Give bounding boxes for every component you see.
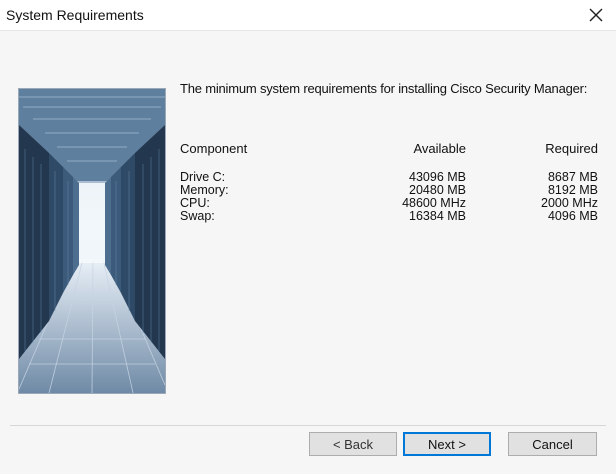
table-row: Drive C: 43096 MB 8687 MB bbox=[180, 171, 598, 184]
header-component: Component bbox=[180, 141, 248, 156]
cancel-button[interactable]: Cancel bbox=[508, 432, 597, 456]
intro-text: The minimum system requirements for inst… bbox=[180, 81, 588, 96]
table-row: Swap: 16384 MB 4096 MB bbox=[180, 210, 598, 223]
close-button[interactable] bbox=[582, 2, 610, 28]
title-bar: System Requirements bbox=[0, 0, 616, 31]
cell-required: 4096 MB bbox=[547, 209, 598, 223]
window-title: System Requirements bbox=[6, 7, 144, 23]
dialog-body: The minimum system requirements for inst… bbox=[0, 31, 616, 474]
table-header: Component Available Required bbox=[180, 141, 598, 167]
cell-available: 16384 MB bbox=[409, 209, 466, 223]
back-button[interactable]: < Back bbox=[309, 432, 397, 456]
cell-component: Swap: bbox=[180, 209, 215, 223]
table-row: CPU: 48600 MHz 2000 MHz bbox=[180, 197, 598, 210]
close-icon bbox=[589, 8, 603, 22]
next-button[interactable]: Next > bbox=[403, 432, 491, 456]
button-separator bbox=[10, 425, 606, 426]
requirements-table: Component Available Required Drive C: 43… bbox=[180, 141, 598, 223]
header-required: Required bbox=[545, 141, 598, 156]
server-room-image bbox=[18, 88, 166, 394]
header-available: Available bbox=[413, 141, 466, 156]
table-row: Memory: 20480 MB 8192 MB bbox=[180, 184, 598, 197]
